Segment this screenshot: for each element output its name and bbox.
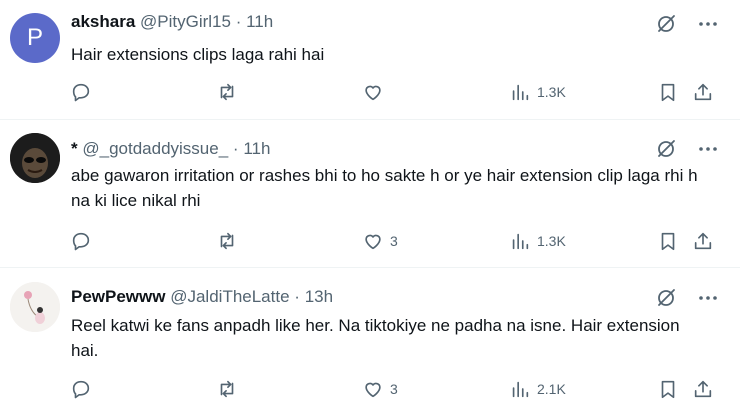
share-icon bbox=[694, 380, 712, 398]
retweet-button[interactable] bbox=[216, 78, 238, 106]
grok-icon[interactable] bbox=[654, 286, 678, 310]
avatar[interactable]: P bbox=[10, 13, 60, 63]
tweet-header: * @_gotdaddyissue_ · 11h bbox=[71, 139, 650, 159]
like-count: 3 bbox=[390, 381, 398, 397]
timeline: P akshara @PityGirl15 · 11h Hair extensi… bbox=[0, 0, 740, 407]
action-bar: 3 2.1K bbox=[60, 375, 730, 403]
more-icon[interactable] bbox=[696, 137, 720, 161]
tweet-text: Reel katwi ke fans anpadh like her. Na t… bbox=[71, 316, 680, 360]
bookmark-button[interactable] bbox=[657, 375, 679, 403]
bookmark-icon bbox=[661, 380, 675, 399]
view-count: 1.3K bbox=[537, 84, 566, 100]
tweet-header: PewPewww @JaldiTheLatte · 13h bbox=[71, 287, 650, 307]
views-button[interactable]: 1.3K bbox=[509, 78, 566, 106]
like-button[interactable]: 3 bbox=[362, 375, 398, 403]
grok-icon[interactable] bbox=[654, 137, 678, 161]
avatar-letter: P bbox=[26, 24, 43, 51]
like-button[interactable]: 3 bbox=[362, 227, 398, 255]
retweet-button[interactable] bbox=[216, 227, 238, 255]
avatar[interactable] bbox=[10, 133, 60, 183]
separator-dot: · bbox=[235, 12, 242, 31]
share-button[interactable] bbox=[692, 78, 714, 106]
share-button[interactable] bbox=[692, 375, 714, 403]
avatar[interactable] bbox=[10, 282, 60, 332]
views-icon bbox=[512, 84, 529, 101]
like-icon bbox=[365, 85, 381, 101]
display-name[interactable]: akshara bbox=[71, 12, 135, 31]
bookmark-button[interactable] bbox=[657, 227, 679, 255]
tweet[interactable]: P akshara @PityGirl15 · 11h Hair extensi… bbox=[0, 0, 740, 120]
tweet-text: abe gawaron irritation or rashes bhi to … bbox=[71, 166, 698, 210]
views-icon bbox=[512, 233, 529, 250]
retweet-icon bbox=[220, 232, 234, 250]
view-count: 2.1K bbox=[537, 381, 566, 397]
share-icon bbox=[694, 83, 712, 101]
bookmark-icon bbox=[661, 83, 675, 102]
views-button[interactable]: 2.1K bbox=[509, 375, 566, 403]
more-icon[interactable] bbox=[696, 286, 720, 310]
reply-icon bbox=[72, 83, 90, 102]
bookmark-button[interactable] bbox=[657, 78, 679, 106]
tweet-text: Hair extensions clips laga rahi hai bbox=[71, 45, 325, 64]
handle[interactable]: @_gotdaddyissue_ bbox=[82, 139, 228, 158]
bookmark-icon bbox=[661, 232, 675, 251]
reply-button[interactable] bbox=[70, 375, 92, 403]
like-icon bbox=[365, 234, 381, 250]
avatar-image bbox=[10, 133, 60, 183]
action-bar: 1.3K bbox=[60, 78, 730, 106]
tweet-header: akshara @PityGirl15 · 11h bbox=[71, 12, 650, 32]
action-bar: 3 1.3K bbox=[60, 227, 730, 255]
display-name[interactable]: PewPewww bbox=[71, 287, 165, 306]
reply-icon bbox=[72, 232, 90, 251]
handle[interactable]: @JaldiTheLatte bbox=[170, 287, 289, 306]
like-count: 3 bbox=[390, 233, 398, 249]
like-icon bbox=[365, 382, 381, 398]
reply-button[interactable] bbox=[70, 227, 92, 255]
like-button[interactable] bbox=[362, 78, 390, 106]
handle[interactable]: @PityGirl15 bbox=[140, 12, 231, 31]
more-icon[interactable] bbox=[696, 12, 720, 36]
separator-dot: · bbox=[294, 287, 300, 306]
grok-icon[interactable] bbox=[654, 12, 678, 36]
reply-icon bbox=[72, 380, 90, 399]
views-button[interactable]: 1.3K bbox=[509, 227, 566, 255]
avatar-image bbox=[10, 282, 60, 332]
share-button[interactable] bbox=[692, 227, 714, 255]
views-icon bbox=[512, 381, 529, 398]
timestamp[interactable]: 11h bbox=[246, 12, 273, 31]
tweet[interactable]: PewPewww @JaldiTheLatte · 13h Reel katwi… bbox=[0, 268, 740, 407]
tweet[interactable]: * @_gotdaddyissue_ · 11h abe gawaron irr… bbox=[0, 120, 740, 268]
retweet-icon bbox=[220, 83, 234, 101]
display-name[interactable]: * bbox=[71, 139, 78, 158]
view-count: 1.3K bbox=[537, 233, 566, 249]
separator-dot: · bbox=[232, 139, 239, 158]
timestamp[interactable]: 11h bbox=[243, 139, 270, 158]
retweet-icon bbox=[220, 380, 234, 398]
reply-button[interactable] bbox=[70, 78, 92, 106]
retweet-button[interactable] bbox=[216, 375, 238, 403]
share-icon bbox=[694, 232, 712, 250]
timestamp[interactable]: 13h bbox=[305, 287, 333, 306]
